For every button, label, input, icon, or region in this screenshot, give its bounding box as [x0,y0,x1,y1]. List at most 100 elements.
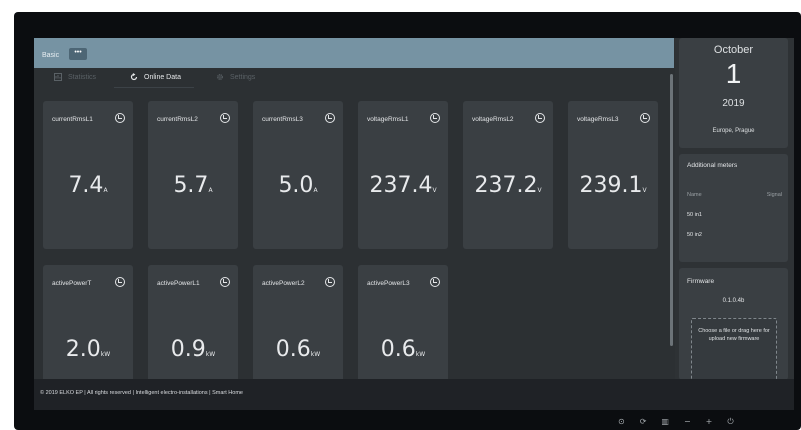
card-unit: kW [415,351,426,358]
card-voltage-rms-l2[interactable]: voltageRmsL2 237.2V [463,101,553,249]
card-value-wrap: 2.0kW [43,337,133,362]
clock-icon[interactable] [535,113,545,123]
card-title: voltageRmsL2 [472,116,514,123]
date-widget: October 1 2019 Europe, Prague [679,38,788,148]
monitor-controls: ⊙ ⟳ ▥ − + ⏻ [618,418,734,428]
clock-icon[interactable] [220,113,230,123]
card-value-wrap: 5.0A [253,173,343,198]
card-value-wrap: 237.4V [358,173,448,198]
tab-online-data[interactable]: Online Data [130,73,181,81]
card-current-rms-l2[interactable]: currentRmsL2 5.7A [148,101,238,249]
volume-down-button[interactable]: − [684,418,691,428]
card-value: 7.4 [68,173,104,198]
app-screen: Basic ••• Statistics Online Data Setting… [34,38,794,410]
card-title: activePowerL2 [262,280,305,287]
card-value-wrap: 237.2V [463,173,553,198]
footer: © 2019 ELKO EP | All rights reserved | I… [34,379,794,410]
card-value-wrap: 0.9kW [148,337,238,362]
card-value-wrap: 7.4A [43,173,133,198]
card-value: 0.6 [275,337,311,362]
meter-item[interactable]: 50 in2 [687,232,702,238]
card-value: 237.4 [369,173,433,198]
card-voltage-rms-l1[interactable]: voltageRmsL1 237.4V [358,101,448,249]
card-current-rms-l1[interactable]: currentRmsL1 7.4A [43,101,133,249]
chart-icon [54,73,62,81]
meters-col-signal: Signal [766,192,782,198]
card-unit: kW [310,351,321,358]
card-unit: A [208,187,213,194]
clock-icon[interactable] [430,277,440,287]
additional-meters-widget: Additional meters Name Signal 50 in1 50 … [679,154,788,262]
menu-button[interactable]: ▥ [661,418,669,428]
footer-text: © 2019 ELKO EP | All rights reserved | I… [40,390,243,396]
card-value: 0.9 [170,337,206,362]
card-value: 5.7 [173,173,209,198]
card-active-power-l2[interactable]: activePowerL2 0.6kW [253,265,343,385]
tab-settings-label: Settings [230,73,256,81]
header-bar: Basic ••• [34,38,674,68]
card-active-power-t[interactable]: activePowerT 2.0kW [43,265,133,385]
active-tab-indicator [114,87,194,88]
clock-icon[interactable] [115,113,125,123]
card-title: currentRmsL2 [157,116,198,123]
date-month: October [713,44,754,56]
card-value-wrap: 0.6kW [358,337,448,362]
card-unit: V [642,187,647,194]
card-value: 5.0 [278,173,314,198]
card-value: 237.2 [474,173,538,198]
card-value: 0.6 [380,337,416,362]
firmware-title: Firmware [687,278,715,285]
firmware-dropzone[interactable]: Choose a file or drag here for upload ne… [691,318,777,388]
clock-icon[interactable] [220,277,230,287]
tab-online-data-label: Online Data [144,73,181,81]
card-value: 2.0 [65,337,101,362]
card-title: voltageRmsL3 [577,116,619,123]
tab-settings[interactable]: Settings [216,73,255,81]
card-unit: kW [100,351,111,358]
card-value-wrap: 0.6kW [253,337,343,362]
clock-icon[interactable] [325,277,335,287]
meters-col-name: Name [687,192,702,198]
card-title: activePowerT [52,280,92,287]
clock-icon[interactable] [430,113,440,123]
power-button[interactable]: ⏻ [727,418,733,428]
side-panel: October 1 2019 Europe, Prague Additional… [675,38,794,410]
card-unit: A [313,187,318,194]
card-title: activePowerL1 [157,280,200,287]
card-title: voltageRmsL1 [367,116,409,123]
card-value-wrap: 5.7A [148,173,238,198]
meter-item[interactable]: 50 in1 [687,212,702,218]
card-unit: V [537,187,542,194]
gear-icon [217,74,223,80]
refresh-icon [130,73,138,81]
meters-title: Additional meters [687,162,738,169]
card-title: currentRmsL1 [52,116,93,123]
card-unit: V [432,187,437,194]
card-title: activePowerL3 [367,280,410,287]
card-active-power-l3[interactable]: activePowerL3 0.6kW [358,265,448,385]
card-current-rms-l3[interactable]: currentRmsL3 5.0A [253,101,343,249]
tab-bar: Statistics Online Data Settings [34,68,674,90]
volume-up-button[interactable]: + [706,418,713,428]
card-value-wrap: 239.1V [568,173,658,198]
date-year: 2019 [722,98,745,109]
card-unit: A [103,187,108,194]
card-active-power-l1[interactable]: activePowerL1 0.9kW [148,265,238,385]
more-menu-button[interactable]: ••• [69,48,87,60]
firmware-version: 0.1.0.4b [722,298,745,304]
tab-statistics[interactable]: Statistics [54,73,96,81]
card-voltage-rms-l3[interactable]: voltageRmsL3 239.1V [568,101,658,249]
source-button[interactable]: ⊙ [618,418,625,428]
breadcrumb[interactable]: Basic [42,52,59,59]
card-value: 239.1 [579,173,643,198]
date-timezone: Europe, Prague [712,128,755,134]
card-unit: kW [205,351,216,358]
tab-statistics-label: Statistics [68,73,97,81]
clock-icon[interactable] [115,277,125,287]
firmware-widget: Firmware 0.1.0.4b Choose a file or drag … [679,268,788,388]
clock-icon[interactable] [640,113,650,123]
date-day: 1 [725,58,742,89]
auto-button[interactable]: ⟳ [640,418,647,428]
main-scrollbar[interactable] [670,74,673,346]
clock-icon[interactable] [325,113,335,123]
